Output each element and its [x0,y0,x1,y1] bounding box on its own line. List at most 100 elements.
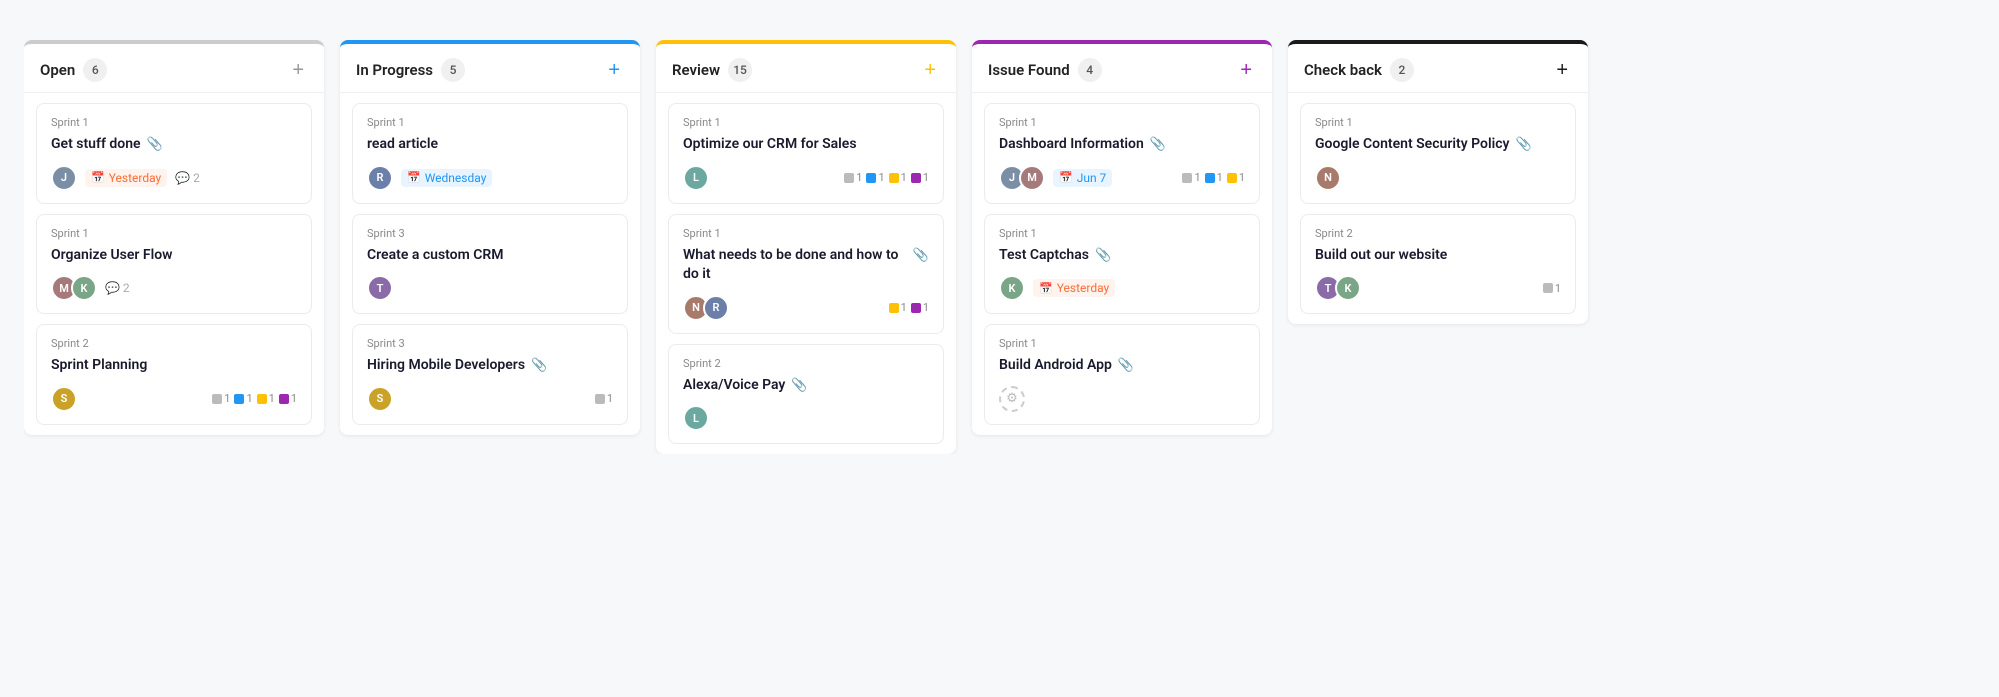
tag-dots: 1111 [844,171,929,184]
card[interactable]: Sprint 2Sprint PlanningS1111 [36,324,312,425]
calendar-icon: 📅 [91,171,105,184]
tag-dots: 1111 [212,392,297,405]
cards-review: Sprint 1Optimize our CRM for SalesL1111S… [656,93,956,454]
card-title-row: Test Captchas📎 [999,246,1245,266]
tag-dot: 1 [595,392,613,405]
column-header-review: Review 15 + [656,44,956,93]
avatar-group: MK [51,275,97,301]
avatar: L [683,405,709,431]
card-footer: MK💬 2 [51,275,297,301]
card-title-row: Dashboard Information 📎 [999,135,1245,155]
card[interactable]: Sprint 2Build out our websiteTK1 [1300,214,1576,315]
column-title-check-back: Check back [1304,61,1382,79]
calendar-icon: 📅 [407,171,421,184]
card-sprint: Sprint 1 [999,227,1245,240]
attachment-icon: 📎 [147,137,163,152]
avatar-group: S [51,386,77,412]
card[interactable]: Sprint 1read articleR📅Wednesday [352,103,628,204]
card-title: Hiring Mobile Developers [367,356,525,376]
card-sprint: Sprint 2 [1315,227,1561,240]
avatar-group: K [999,275,1025,301]
card-title-row: Hiring Mobile Developers 📎 [367,356,613,376]
card[interactable]: Sprint 2Alexa/Voice Pay📎L [668,344,944,445]
card-title: Build out our website [1315,246,1447,266]
add-card-button-in-progress[interactable]: + [604,60,624,80]
card[interactable]: Sprint 1 What needs to be done and how to… [668,214,944,334]
column-title-in-progress: In Progress [356,61,433,79]
attachment-icon: 📎 [1150,137,1166,152]
card-sprint: Sprint 1 [999,337,1245,350]
column-in-progress: In Progress5+Sprint 1read articleR📅Wedne… [340,40,640,435]
column-open: Open6+Sprint 1Get stuff done📎J📅Yesterday… [24,40,324,435]
card[interactable]: Sprint 1 Optimize our CRM for Sales L 1111 [668,103,944,204]
card-title: Sprint Planning [51,356,147,376]
card[interactable]: Sprint 3Create a custom CRMT [352,214,628,315]
column-count-issue-found: 4 [1078,58,1102,82]
avatar-group: J [51,165,77,191]
avatar-group: L [683,165,709,191]
card[interactable]: Sprint 1 Dashboard Information 📎 JM📅Jun 711… [984,103,1260,204]
add-card-button-issue-found[interactable]: + [1236,60,1256,80]
date-badge: 📅Yesterday [1033,279,1115,297]
card-title-row: read article [367,135,613,155]
card-title: Alexa/Voice Pay [683,376,785,396]
card[interactable]: Sprint 1Google Content Security Policy📎N [1300,103,1576,204]
avatar: S [51,386,77,412]
column-check-back: Check back2+Sprint 1Google Content Secur… [1288,40,1588,324]
avatar: K [999,275,1025,301]
card-sprint: Sprint 1 [51,227,297,240]
card-title: Google Content Security Policy [1315,135,1509,155]
tag-dot: 1 [889,301,907,314]
add-card-button-open[interactable]: + [288,60,308,80]
card-sprint: Sprint 1 [683,227,929,240]
avatar-group: N [1315,165,1341,191]
column-count-review: 15 [728,58,752,82]
tag-dots: 11 [889,301,929,314]
attachment-icon: 📎 [531,358,547,373]
add-card-button-check-back[interactable]: + [1552,60,1572,80]
tag-dot: 1 [866,171,884,184]
card[interactable]: Sprint 1 Test Captchas📎 K 📅Yesterday [984,214,1260,315]
card-footer: NR11 [683,295,929,321]
column-title-review: Review [672,61,720,79]
card[interactable]: Sprint 1Get stuff done📎J📅Yesterday💬 2 [36,103,312,204]
card[interactable]: Sprint 3Hiring Mobile Developers📎S1 [352,324,628,425]
attachment-icon: 📎 [913,248,929,263]
card[interactable]: Sprint 1Build Android App📎⚙ [984,324,1260,425]
tag-dot: 1 [911,171,929,184]
card-title: What needs to be done and how to do it [683,246,907,285]
avatar-group: T [367,275,393,301]
card-sprint: Sprint 1 [683,116,929,129]
avatar: K [1335,275,1361,301]
card-footer: JM📅Jun 7111 [999,165,1245,191]
avatar-group: R [367,165,393,191]
card-sprint: Sprint 2 [51,337,297,350]
calendar-icon: 📅 [1039,282,1053,295]
card-title-row: Build out our website [1315,246,1561,266]
card-footer: R 📅 Wednesday [367,165,613,191]
card-title: Organize User Flow [51,246,173,266]
card[interactable]: Sprint 1 Organize User Flow MK💬 2 [36,214,312,315]
cards-check-back: Sprint 1Google Content Security Policy📎N… [1288,93,1588,324]
column-header-in-progress: In Progress 5 + [340,44,640,93]
attachment-icon: 📎 [791,378,807,393]
attachment-icon: 📎 [1095,248,1111,263]
column-count-in-progress: 5 [441,58,465,82]
tag-dot: 1 [234,392,252,405]
column-title-issue-found: Issue Found [988,61,1070,79]
card-title: Dashboard Information [999,135,1144,155]
tag-dot: 1 [279,392,297,405]
card-sprint: Sprint 3 [367,337,613,350]
card-title-row: Optimize our CRM for Sales [683,135,929,155]
cards-in-progress: Sprint 1read articleR📅WednesdaySprint 3C… [340,93,640,435]
date-badge: 📅Jun 7 [1053,169,1112,187]
date-text: Wednesday [425,171,487,185]
card-sprint: Sprint 3 [367,227,613,240]
card-footer: J📅Yesterday💬 2 [51,165,297,191]
attachment-icon: 📎 [1515,137,1531,152]
tag-dot: 1 [889,171,907,184]
tag-dot: 1 [1543,282,1561,295]
add-card-button-review[interactable]: + [920,60,940,80]
card-sprint: Sprint 1 [999,116,1245,129]
card-title-row: Sprint Planning [51,356,297,376]
